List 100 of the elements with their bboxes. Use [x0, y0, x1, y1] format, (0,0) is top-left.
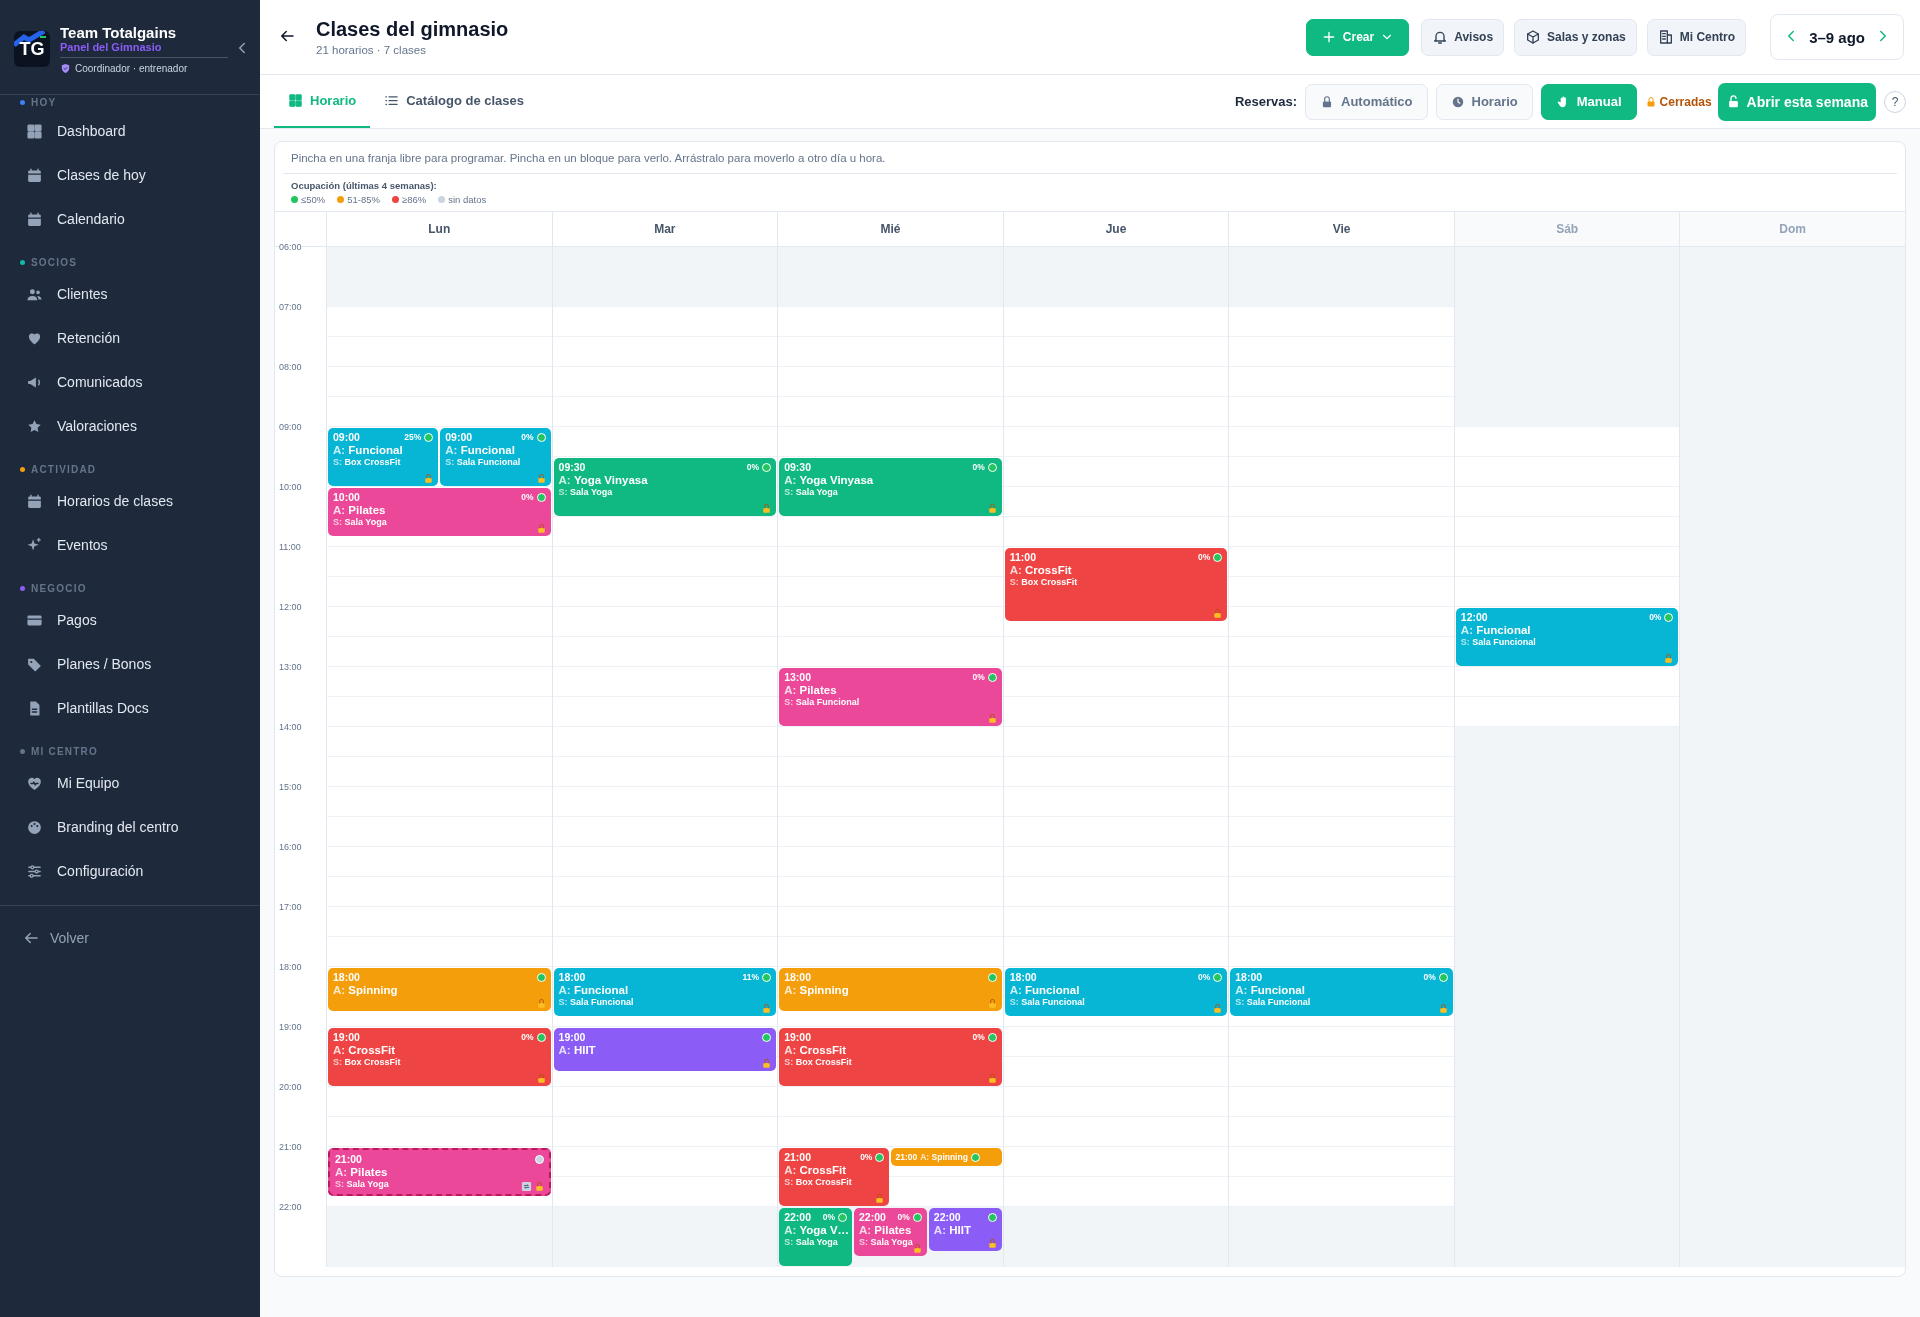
bell-icon	[1432, 29, 1449, 45]
shield-icon	[60, 63, 71, 74]
class-block[interactable]: 11:00 0% A: CrossFit S: Box CrossFit	[1004, 548, 1228, 621]
booking-mode-button[interactable]: Manual	[1540, 83, 1637, 120]
nav-item[interactable]: Eventos	[0, 523, 260, 567]
hour-label: 11:00	[279, 542, 301, 552]
nav-item[interactable]: Retención	[0, 316, 260, 360]
class-time: 09:00	[445, 431, 474, 443]
class-block[interactable]: 21:00 A: Spinning	[891, 1148, 1002, 1166]
occupancy-percent: 25%	[404, 432, 422, 442]
class-block[interactable]: 09:30 0% A: Yoga Vinyasa S: Sala Yoga	[779, 458, 1002, 516]
class-time: 12:00	[1460, 611, 1489, 623]
room-name: S: Sala Yoga	[333, 517, 388, 527]
toolbar-button[interactable]: Mi Centro	[1646, 18, 1747, 56]
class-time: 18:00	[1235, 971, 1264, 983]
class-block[interactable]: 19:00 0% A: CrossFit S: Box CrossFit	[328, 1028, 551, 1086]
class-block[interactable]: 22:00 0% A: Yoga V… S: Sala Yoga	[779, 1208, 852, 1266]
class-name: A: Funcional	[333, 444, 404, 456]
class-block[interactable]: 18:00 0% A: Funcional S: Sala Funcional	[1004, 968, 1228, 1016]
legend-label: 51-85%	[347, 194, 380, 205]
section-label: SOCIOS	[31, 256, 78, 268]
occupancy-percent: 0%	[1198, 552, 1211, 562]
class-name: A: CrossFit	[784, 1044, 848, 1056]
class-block[interactable]: 19:00 A: HIIT	[553, 1028, 777, 1071]
class-name: A: Funcional	[445, 444, 516, 456]
hour-label: 20:00	[279, 1082, 302, 1092]
hour-label: 21:00	[279, 1142, 302, 1152]
class-time: 21:00	[784, 1151, 812, 1163]
class-time: 21:00	[335, 1153, 363, 1165]
nav-item[interactable]: Planes / Bonos	[0, 642, 260, 686]
class-block[interactable]: 18:00 0% A: Funcional S: Sala Funcional	[1230, 968, 1453, 1016]
create-button[interactable]: Crear	[1305, 18, 1410, 56]
list-icon	[384, 93, 400, 108]
class-block[interactable]: 18:00 11% A: Funcional S: Sala Funcional	[553, 968, 777, 1016]
toolbar-button[interactable]: Salas y zonas	[1514, 18, 1637, 56]
nav-item[interactable]: Dashboard	[0, 109, 260, 153]
class-block[interactable]: 18:00 A: Spinning	[328, 968, 551, 1011]
class-block[interactable]: 19:00 0% A: CrossFit S: Box CrossFit	[779, 1028, 1002, 1086]
nav-item[interactable]: Horarios de clases	[0, 479, 260, 523]
nav-item[interactable]: Plantillas Docs	[0, 686, 260, 730]
hour-label: 13:00	[279, 662, 302, 672]
class-block[interactable]: 22:00 A: HIIT	[928, 1208, 1002, 1251]
nav-item[interactable]: Pagos	[0, 598, 260, 642]
class-time: 19:00	[558, 1031, 587, 1043]
nav-item[interactable]: Mi Equipo	[0, 761, 260, 805]
class-block[interactable]: 21:00 A: Pilates S: Sala Yoga	[328, 1148, 551, 1196]
booking-mode-button[interactable]: Horario	[1435, 83, 1533, 120]
occupancy-percent: 11%	[742, 972, 760, 982]
class-time: 09:30	[558, 461, 587, 473]
hour-label: 10:00	[279, 482, 302, 492]
class-name: A: Pilates	[335, 1166, 389, 1178]
nav-item[interactable]: Configuración	[0, 849, 260, 893]
nav-item[interactable]: Valoraciones	[0, 404, 260, 448]
room-name: S: Box CrossFit	[333, 1057, 402, 1067]
class-block[interactable]: 22:00 0% A: Pilates S: Sala Yoga	[854, 1208, 927, 1256]
occupancy-percent: 0%	[822, 1212, 835, 1222]
class-block[interactable]: 12:00 0% A: Funcional S: Sala Funcional	[1455, 608, 1679, 666]
back-link[interactable]: Volver	[0, 916, 260, 960]
legend-label: ≤50%	[301, 194, 326, 205]
nav-item[interactable]: Comunicados	[0, 360, 260, 404]
class-time: 11:00	[1009, 551, 1037, 563]
hour-label: 22:00	[279, 1202, 302, 1212]
nav-item[interactable]: Clases de hoy	[0, 153, 260, 197]
tab[interactable]: Horario	[274, 75, 371, 128]
hour-label: 14:00	[279, 722, 302, 732]
class-name: A: Spinning	[333, 984, 399, 996]
class-block[interactable]: 09:30 0% A: Yoga Vinyasa S: Sala Yoga	[553, 458, 777, 516]
calendar-icon	[26, 210, 43, 228]
class-block[interactable]: 10:00 0% A: Pilates S: Sala Yoga	[328, 488, 551, 536]
class-block[interactable]: 18:00 A: Spinning	[779, 968, 1002, 1011]
occupancy-percent: 0%	[972, 1032, 985, 1042]
occupancy-percent: 0%	[521, 492, 534, 502]
booking-mode-button[interactable]: Automático	[1305, 83, 1428, 120]
nav-item[interactable]: Clientes	[0, 272, 260, 316]
occupancy-percent: 0%	[1649, 612, 1662, 622]
nav-item[interactable]: Branding del centro	[0, 805, 260, 849]
sliders-icon	[26, 862, 43, 880]
tab[interactable]: Catálogo de clases	[370, 75, 538, 128]
hour-label: 15:00	[279, 782, 302, 792]
class-block[interactable]: 09:00 25% A: Funcional S: Box CrossFit	[328, 428, 439, 486]
day-header: Sáb	[1453, 212, 1680, 247]
role-label: Coordinador · entrenador	[75, 63, 188, 74]
class-time: 18:00	[784, 971, 812, 983]
class-name: A: Pilates	[784, 684, 838, 696]
toolbar-button[interactable]: Avisos	[1421, 18, 1505, 56]
class-name: A: CrossFit	[333, 1044, 396, 1056]
class-name: A: Yoga Vinyasa	[784, 474, 875, 486]
open-week-button[interactable]: Abrir esta semana	[1717, 82, 1876, 121]
class-block[interactable]: 09:00 0% A: Funcional S: Sala Funcional	[440, 428, 551, 486]
hour-label: 17:00	[279, 902, 302, 912]
occupancy-percent: 0%	[521, 1032, 534, 1042]
occupancy-percent: 0%	[746, 462, 760, 472]
class-block[interactable]: 21:00 0% A: CrossFit S: Box CrossFit	[779, 1148, 890, 1206]
room-name: S: Sala Funcional	[445, 457, 522, 467]
nav-item[interactable]: Calendario	[0, 197, 260, 241]
help-button[interactable]: ?	[1884, 90, 1906, 113]
class-block[interactable]: 13:00 0% A: Pilates S: Sala Funcional	[779, 668, 1002, 726]
class-name: A: Pilates	[333, 504, 387, 516]
bookings-label: Reservas:	[1234, 94, 1298, 109]
section-label: ACTIVIDAD	[31, 463, 97, 475]
